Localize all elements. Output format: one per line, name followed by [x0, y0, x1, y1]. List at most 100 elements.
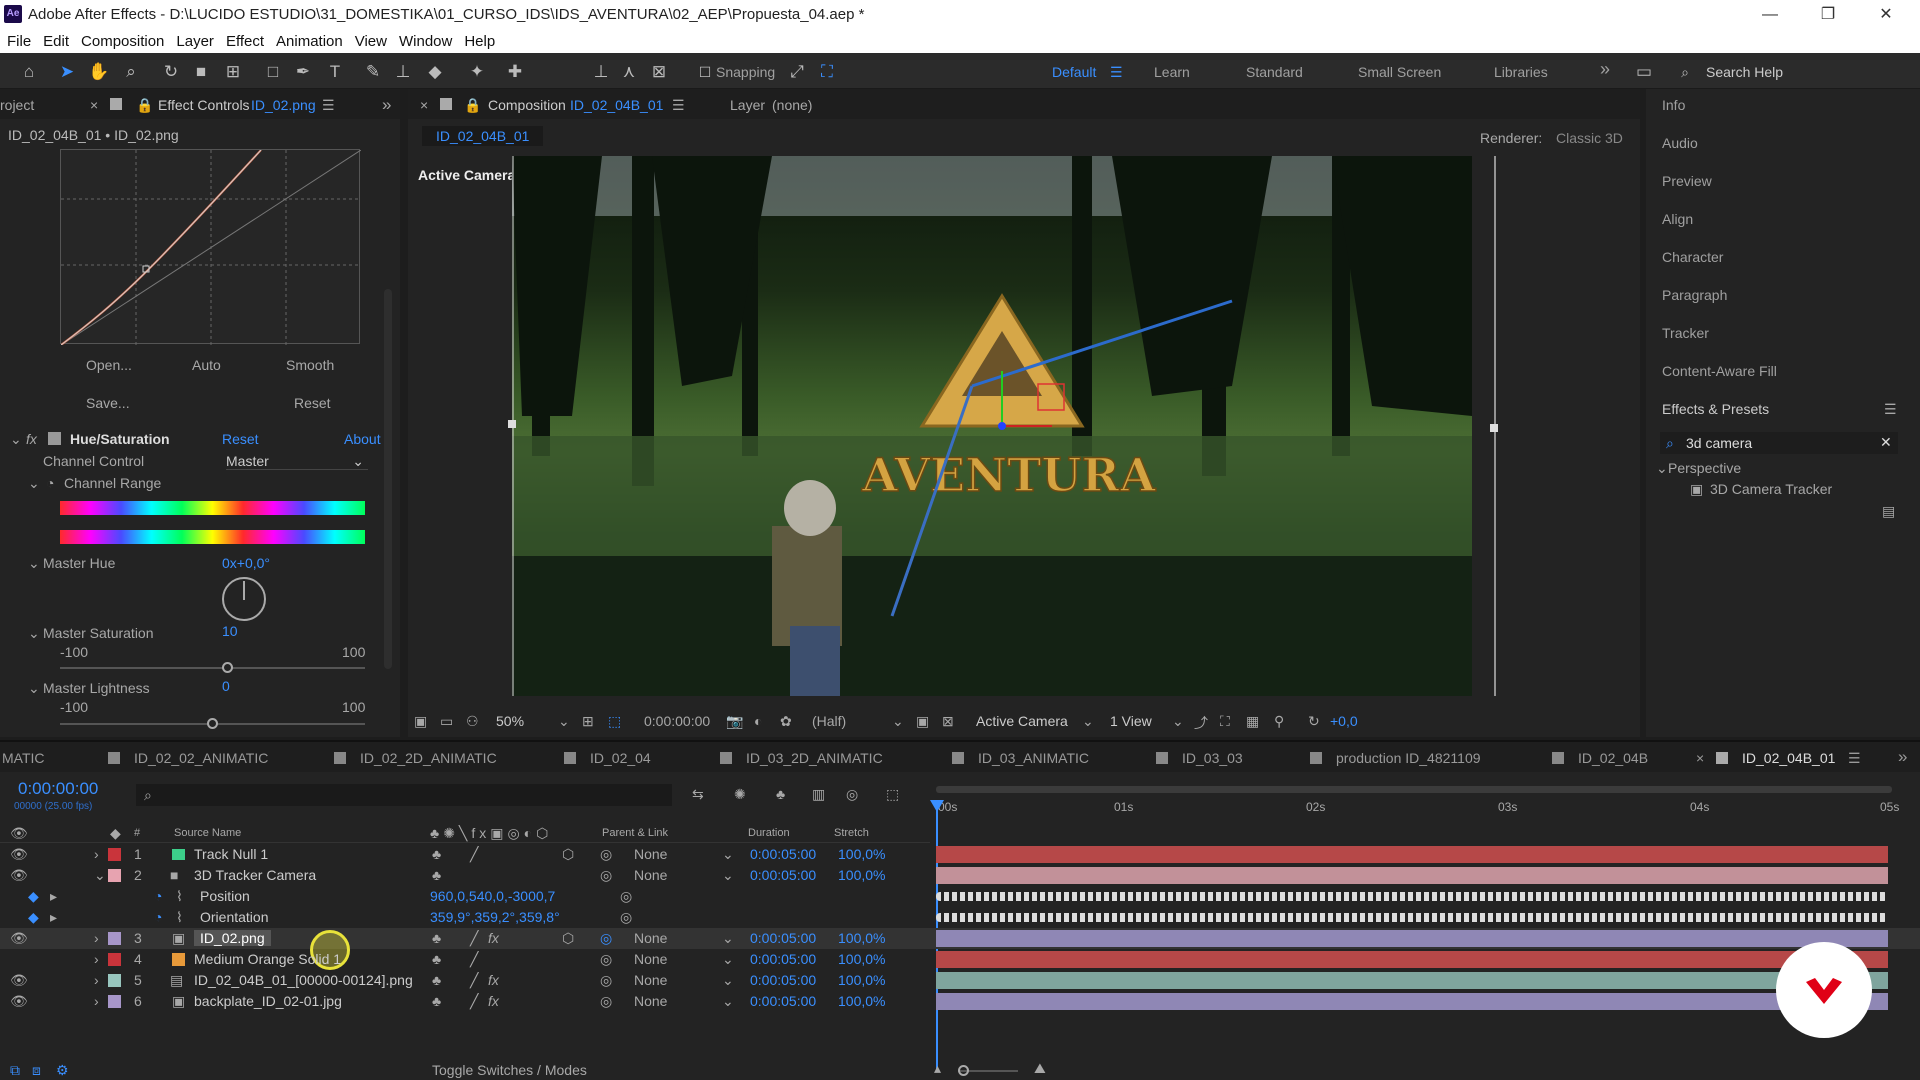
region-icon[interactable]: ⬚ [608, 713, 621, 730]
clone-stamp-tool-icon[interactable]: ⊥ [392, 61, 414, 83]
graph-editor-icon[interactable]: ⬚ [886, 786, 899, 803]
layer-row-6[interactable]: 👁 › 6 ▣ backplate_ID_02-01.jpg ♣ ╱ fx ◎ … [0, 991, 1920, 1012]
timeline-tab-active[interactable]: ID_02_04B_01 [1742, 750, 1835, 766]
panel-menu-icon[interactable]: ☰ [322, 97, 335, 114]
zoom-value[interactable]: 50% [496, 713, 524, 729]
menu-layer[interactable]: Layer [176, 30, 214, 53]
layer-duration[interactable]: 0:00:05:00 [750, 867, 816, 883]
align-panel[interactable]: Align [1662, 211, 1693, 227]
pickwhip-icon[interactable]: ◎ [600, 930, 612, 947]
quality-switch-icon[interactable]: ╱ [470, 972, 478, 989]
workspace-libraries[interactable]: Libraries [1494, 64, 1548, 80]
menu-animation[interactable]: Animation [276, 30, 343, 53]
layer-name[interactable]: ID_02.png [194, 930, 271, 946]
snap-options-icon[interactable]: ⤢ [786, 61, 808, 83]
workspace-small-screen[interactable]: Small Screen [1358, 64, 1441, 80]
chevron-down-icon[interactable]: ⌄ [722, 993, 734, 1010]
layer-stretch[interactable]: 100,0% [838, 951, 885, 967]
3d-layer-icon[interactable]: ⬡ [562, 930, 574, 947]
curve-reset-button[interactable]: Reset [294, 395, 331, 411]
pickwhip-icon[interactable]: ◎ [600, 867, 612, 884]
expand-layer-icon[interactable]: › [94, 930, 99, 946]
effects-switch-icon[interactable]: fx [488, 930, 499, 946]
parent-dropdown[interactable]: None [634, 930, 667, 946]
timeline-zoom-thumb[interactable] [958, 1065, 969, 1076]
color-channels-icon[interactable]: ✿ [780, 713, 792, 730]
chevron-down-icon[interactable]: ⌄ [722, 951, 734, 968]
keyframe-nav-icon[interactable]: ◆ [28, 888, 39, 905]
timeline-tab[interactable]: production ID_4821109 [1336, 750, 1481, 766]
close-tab-icon[interactable]: × [420, 97, 428, 113]
chevron-down-icon[interactable]: ⌄ [1172, 713, 1184, 730]
pan-behind-tool-icon[interactable]: ⊞ [222, 61, 244, 83]
current-time-value[interactable]: 0:00:00:00 [644, 713, 710, 729]
transform-handle[interactable] [508, 420, 516, 428]
show-snapshot-icon[interactable]: ◐ [754, 713, 762, 729]
tracker-panel[interactable]: Tracker [1662, 325, 1709, 341]
graph-icon[interactable]: ⌇ [176, 909, 183, 926]
lightness-slider-thumb[interactable] [206, 718, 218, 729]
time-ruler[interactable]: 00s 01s 02s 03s 04s 05s [932, 786, 1899, 826]
expand-keyframes-icon[interactable]: ▸ [50, 909, 57, 926]
keyframe-nav-icon[interactable]: ◆ [28, 909, 39, 926]
reset-exposure-icon[interactable]: ↻ [1308, 713, 1320, 730]
property-row-orientation[interactable]: ◆ ▸ ◔ ⌇ Orientation 359,9°,359,2°,359,8°… [0, 907, 1920, 928]
view-options-icon[interactable]: ⚇ [466, 713, 479, 730]
3d-layer-icon[interactable]: ⬡ [562, 846, 574, 863]
timeline-tab[interactable]: ID_03_03 [1182, 750, 1243, 766]
parent-dropdown[interactable]: None [634, 846, 667, 862]
close-tab-icon[interactable]: × [1696, 750, 1704, 766]
camera-tool-icon[interactable]: ■ [190, 61, 212, 83]
layer-label-color[interactable] [108, 848, 121, 861]
minimize-button[interactable]: — [1750, 2, 1790, 28]
draft-3d-icon[interactable]: ✺ [734, 786, 746, 803]
brush-tool-icon[interactable]: ✎ [362, 61, 384, 83]
layer-row-2[interactable]: 👁 ⌄ 2 ■ 3D Tracker Camera ♣ ◎ None ⌄ 0:0… [0, 865, 1920, 886]
layer-duration[interactable]: 0:00:05:00 [750, 972, 816, 988]
clear-search-icon[interactable]: ✕ [1880, 434, 1892, 451]
layer-duration[interactable]: 0:00:05:00 [750, 993, 816, 1009]
grid-icon[interactable]: ⊞ [582, 713, 594, 730]
selection-tool-icon[interactable]: ➤ [56, 61, 78, 83]
project-tab[interactable]: roject [0, 97, 34, 113]
chevron-down-icon[interactable]: ⌄ [722, 867, 734, 884]
visibility-eye-icon[interactable]: 👁 [10, 930, 28, 947]
menu-edit[interactable]: Edit [43, 30, 69, 53]
expand-panels-icon[interactable]: » [382, 95, 391, 115]
quality-switch-icon[interactable]: ╱ [470, 993, 478, 1010]
new-bin-icon[interactable]: ▤ [1882, 503, 1895, 520]
home-icon[interactable]: ⌂ [18, 61, 40, 83]
expand-layer-icon[interactable]: › [94, 972, 99, 988]
expand-master-lightness-icon[interactable]: ⌄ [28, 680, 40, 697]
layer-row-4[interactable]: › 4 Medium Orange Solid 1 ♣ ╱ ◎ None ⌄ 0… [0, 949, 1920, 970]
fast-previews-icon[interactable]: ⛶ [1220, 713, 1230, 730]
expand-effect-icon[interactable]: ⌄ [10, 431, 22, 448]
effect-reset-link[interactable]: Reset [222, 431, 259, 447]
timeline-tab[interactable]: ID_03_ANIMATIC [978, 750, 1089, 766]
graph-icon[interactable]: ⌇ [176, 888, 183, 905]
source-name-column-header[interactable]: Source Name [174, 827, 241, 839]
render-time-icon[interactable]: ⚙ [56, 1062, 69, 1079]
lock-icon[interactable]: 🔒 [464, 97, 481, 114]
collapse-layer-icon[interactable]: ⌄ [94, 867, 106, 884]
layer-stretch[interactable]: 100,0% [838, 867, 885, 883]
maximize-button[interactable]: ❐ [1808, 2, 1848, 28]
layer-label-color[interactable] [108, 995, 121, 1008]
shy-switch-icon[interactable]: ♣ [432, 993, 441, 1009]
timeline-tab[interactable]: ID_02_04B [1578, 750, 1648, 766]
chevron-down-icon[interactable]: ⌄ [722, 972, 734, 989]
quality-switch-icon[interactable]: ╱ [470, 846, 478, 863]
pickwhip-icon[interactable]: ◎ [600, 993, 612, 1010]
curve-auto-button[interactable]: Auto [192, 357, 221, 373]
flowchart-icon[interactable]: ⚲ [1274, 713, 1284, 730]
view-axis-icon[interactable]: ⊠ [648, 61, 670, 83]
layer-row-3[interactable]: 👁 › 3 ▣ ID_02.png ♣ ╱ fx ⬡ ◎ None ⌄ 0:00… [0, 928, 1920, 970]
position-value[interactable]: 960,0,540,0,-3000,7 [430, 888, 555, 904]
timeline-tab[interactable]: MATIC [2, 750, 45, 766]
chevron-down-icon[interactable]: ⌄ [722, 846, 734, 863]
quality-switch-icon[interactable]: ╱ [470, 951, 478, 968]
workspace-menu-icon[interactable]: ☰ [1110, 64, 1123, 81]
timeline-tab[interactable]: ID_02_02_ANIMATIC [134, 750, 268, 766]
expand-layer-icon[interactable]: › [94, 846, 99, 862]
parent-dropdown[interactable]: None [634, 867, 667, 883]
